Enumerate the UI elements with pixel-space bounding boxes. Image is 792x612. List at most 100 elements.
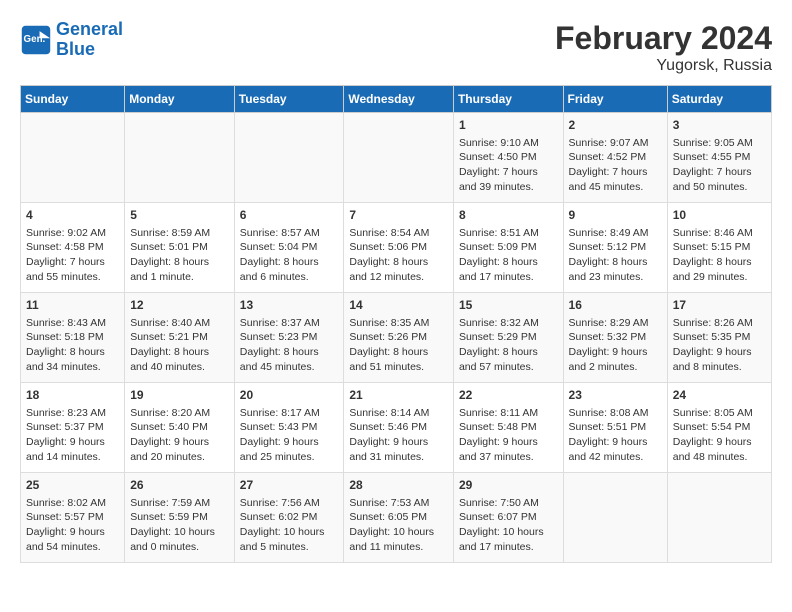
day-info: Sunrise: 8:40 AM bbox=[130, 316, 229, 331]
day-number: 24 bbox=[673, 387, 766, 404]
calendar-cell: 17Sunrise: 8:26 AMSunset: 5:35 PMDayligh… bbox=[667, 293, 771, 383]
day-info: and 57 minutes. bbox=[459, 360, 558, 375]
day-info: Daylight: 8 hours bbox=[130, 255, 229, 270]
calendar-cell: 12Sunrise: 8:40 AMSunset: 5:21 PMDayligh… bbox=[125, 293, 235, 383]
day-info: Sunrise: 8:02 AM bbox=[26, 496, 119, 511]
calendar-cell: 28Sunrise: 7:53 AMSunset: 6:05 PMDayligh… bbox=[344, 473, 454, 563]
day-number: 19 bbox=[130, 387, 229, 404]
calendar-cell: 5Sunrise: 8:59 AMSunset: 5:01 PMDaylight… bbox=[125, 203, 235, 293]
day-info: Daylight: 9 hours bbox=[130, 435, 229, 450]
day-info: and 45 minutes. bbox=[569, 180, 662, 195]
calendar-cell: 26Sunrise: 7:59 AMSunset: 5:59 PMDayligh… bbox=[125, 473, 235, 563]
day-info: and 1 minute. bbox=[130, 270, 229, 285]
calendar-cell: 22Sunrise: 8:11 AMSunset: 5:48 PMDayligh… bbox=[453, 383, 563, 473]
calendar-week-row: 4Sunrise: 9:02 AMSunset: 4:58 PMDaylight… bbox=[21, 203, 772, 293]
day-info: Sunset: 5:15 PM bbox=[673, 240, 766, 255]
calendar-cell: 23Sunrise: 8:08 AMSunset: 5:51 PMDayligh… bbox=[563, 383, 667, 473]
day-info: Sunset: 4:52 PM bbox=[569, 150, 662, 165]
calendar-cell: 21Sunrise: 8:14 AMSunset: 5:46 PMDayligh… bbox=[344, 383, 454, 473]
day-info: Daylight: 10 hours bbox=[130, 525, 229, 540]
day-info: Sunset: 6:07 PM bbox=[459, 510, 558, 525]
day-info: Sunset: 5:29 PM bbox=[459, 330, 558, 345]
day-info: and 23 minutes. bbox=[569, 270, 662, 285]
calendar-cell: 10Sunrise: 8:46 AMSunset: 5:15 PMDayligh… bbox=[667, 203, 771, 293]
calendar-cell: 7 Sunrise: 8:54 AMSunset: 5:06 PMDaylight… bbox=[344, 203, 454, 293]
calendar-cell: 24Sunrise: 8:05 AMSunset: 5:54 PMDayligh… bbox=[667, 383, 771, 473]
day-number: 1 bbox=[459, 117, 558, 134]
day-info: Sunrise: 9:02 AM bbox=[26, 226, 119, 241]
day-info: and 45 minutes. bbox=[240, 360, 339, 375]
day-info: Sunset: 5:12 PM bbox=[569, 240, 662, 255]
day-info: Sunrise: 9:05 AM bbox=[673, 136, 766, 151]
day-info: Sunrise: 9:07 AM bbox=[569, 136, 662, 151]
calendar-cell: 20Sunrise: 8:17 AMSunset: 5:43 PMDayligh… bbox=[234, 383, 344, 473]
calendar-cell: 9Sunrise: 8:49 AMSunset: 5:12 PMDaylight… bbox=[563, 203, 667, 293]
day-info: and 17 minutes. bbox=[459, 270, 558, 285]
calendar-cell bbox=[125, 113, 235, 203]
day-number: 4 bbox=[26, 207, 119, 224]
calendar-week-row: 25Sunrise: 8:02 AMSunset: 5:57 PMDayligh… bbox=[21, 473, 772, 563]
day-info: Daylight: 9 hours bbox=[569, 345, 662, 360]
day-info: Daylight: 9 hours bbox=[349, 435, 448, 450]
day-info: and 55 minutes. bbox=[26, 270, 119, 285]
calendar-cell: 3 Sunrise: 9:05 AMSunset: 4:55 PMDaylight… bbox=[667, 113, 771, 203]
day-info: Sunrise: 8:29 AM bbox=[569, 316, 662, 331]
day-info: Daylight: 10 hours bbox=[240, 525, 339, 540]
day-info: Sunrise: 7:56 AM bbox=[240, 496, 339, 511]
day-info: Sunset: 5:48 PM bbox=[459, 420, 558, 435]
day-info: Daylight: 9 hours bbox=[673, 345, 766, 360]
day-info: Sunset: 5:54 PM bbox=[673, 420, 766, 435]
day-number: 2 bbox=[569, 117, 662, 134]
day-info: Sunrise: 8:57 AM bbox=[240, 226, 339, 241]
header-saturday: Saturday bbox=[667, 86, 771, 113]
day-info: Sunset: 5:37 PM bbox=[26, 420, 119, 435]
day-info: Daylight: 8 hours bbox=[569, 255, 662, 270]
day-info: Sunset: 5:06 PM bbox=[349, 240, 448, 255]
day-info: Sunrise: 9:10 AM bbox=[459, 136, 558, 151]
day-number: 8 bbox=[459, 207, 558, 224]
calendar-cell: 18Sunrise: 8:23 AMSunset: 5:37 PMDayligh… bbox=[21, 383, 125, 473]
day-info: Daylight: 7 hours bbox=[673, 165, 766, 180]
day-info: and 29 minutes. bbox=[673, 270, 766, 285]
day-info: Sunrise: 8:32 AM bbox=[459, 316, 558, 331]
day-number: 17 bbox=[673, 297, 766, 314]
day-number: 12 bbox=[130, 297, 229, 314]
header-monday: Monday bbox=[125, 86, 235, 113]
day-info: and 2 minutes. bbox=[569, 360, 662, 375]
logo-text: General Blue bbox=[56, 20, 123, 60]
day-info: Sunset: 5:51 PM bbox=[569, 420, 662, 435]
day-number: 10 bbox=[673, 207, 766, 224]
day-info: Sunset: 5:59 PM bbox=[130, 510, 229, 525]
calendar-cell bbox=[234, 113, 344, 203]
day-info: Sunset: 4:55 PM bbox=[673, 150, 766, 165]
header-wednesday: Wednesday bbox=[344, 86, 454, 113]
header-tuesday: Tuesday bbox=[234, 86, 344, 113]
day-info: Daylight: 8 hours bbox=[349, 255, 448, 270]
calendar-cell: 8Sunrise: 8:51 AMSunset: 5:09 PMDaylight… bbox=[453, 203, 563, 293]
header-thursday: Thursday bbox=[453, 86, 563, 113]
day-number: 3 bbox=[673, 117, 766, 134]
day-number: 9 bbox=[569, 207, 662, 224]
day-info: and 17 minutes. bbox=[459, 540, 558, 555]
day-info: Sunrise: 8:54 AM bbox=[349, 226, 448, 241]
day-info: Sunset: 5:40 PM bbox=[130, 420, 229, 435]
day-info: Sunset: 5:21 PM bbox=[130, 330, 229, 345]
day-info: Sunset: 5:43 PM bbox=[240, 420, 339, 435]
calendar-cell bbox=[344, 113, 454, 203]
day-number: 20 bbox=[240, 387, 339, 404]
day-info: Sunrise: 7:59 AM bbox=[130, 496, 229, 511]
day-info: and 34 minutes. bbox=[26, 360, 119, 375]
day-info: Sunrise: 8:37 AM bbox=[240, 316, 339, 331]
day-info: and 31 minutes. bbox=[349, 450, 448, 465]
day-info: and 0 minutes. bbox=[130, 540, 229, 555]
day-info: and 50 minutes. bbox=[673, 180, 766, 195]
header-sunday: Sunday bbox=[21, 86, 125, 113]
day-info: and 8 minutes. bbox=[673, 360, 766, 375]
day-info: Daylight: 9 hours bbox=[240, 435, 339, 450]
day-number: 25 bbox=[26, 477, 119, 494]
day-number: 7 bbox=[349, 207, 448, 224]
day-info: Sunrise: 8:46 AM bbox=[673, 226, 766, 241]
day-info: and 25 minutes. bbox=[240, 450, 339, 465]
day-info: and 6 minutes. bbox=[240, 270, 339, 285]
day-number: 5 bbox=[130, 207, 229, 224]
